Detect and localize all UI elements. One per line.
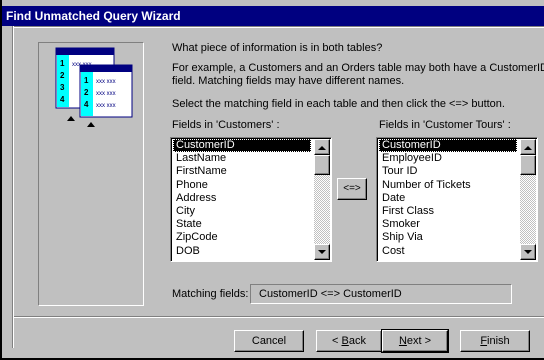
front-card-number: 4 [84,100,89,109]
list-item[interactable]: DOB [173,245,311,258]
vertical-scrollbar[interactable] [520,139,536,260]
arrow-up-icon [524,145,532,150]
list-item[interactable]: Address [173,192,311,205]
list-item[interactable]: Cost [379,245,517,258]
list-item[interactable]: ZipCode [173,231,311,244]
back-card-number: 4 [60,95,65,104]
list-item[interactable]: Tour ID [379,165,517,178]
back-card-number: 2 [60,71,65,80]
front-card-number: 2 [84,88,89,97]
scroll-up-button[interactable] [314,139,330,155]
scroll-up-button[interactable] [520,139,536,155]
next-button[interactable]: Next > [381,329,449,353]
arrow-down-icon [318,249,326,254]
finish-button[interactable]: Finish [460,330,530,352]
list-item[interactable]: State [173,218,311,231]
example-text-line2: field. Matching fields may have differen… [172,75,405,87]
list-item[interactable]: Phone [173,179,311,192]
back-card-number: 1 [60,59,65,68]
customers-fields-list[interactable]: CustomerID LastName FirstName Phone Addr… [170,137,332,262]
right-list-label: Fields in 'Customer Tours' : [379,119,511,131]
list-item[interactable]: LastName [173,152,311,165]
back-button-text: ack [348,335,366,347]
select-instruction-text: Select the matching field in each table … [172,98,505,110]
front-card-row: xxx xxx [96,79,116,85]
customer-tours-fields-list[interactable]: CustomerID EmployeeID Tour ID Number of … [376,137,538,262]
finish-button-text: inish [487,335,510,347]
list-item[interactable]: FirstName [173,165,311,178]
back-card-number: 3 [60,83,65,92]
scroll-down-button[interactable] [314,244,330,260]
wizard-window: Find Unmatched Query Wizard 1 2 3 4 xxx … [0,0,544,360]
list-item[interactable]: First Class [379,205,517,218]
list-item[interactable]: Number of Tickets [379,179,517,192]
next-button-text: ext > [406,335,432,347]
back-button-prefix: < [332,335,342,347]
tables-icon: 1 2 3 4 xxx xxx 1 2 4 xxx xxx xxx xxx xx… [55,47,133,127]
list-item[interactable]: Date [379,192,517,205]
wizard-graphic-panel: 1 2 3 4 xxx xxx 1 2 4 xxx xxx xxx xxx xx… [38,42,144,306]
cancel-button[interactable]: Cancel [234,330,304,352]
list-item[interactable]: CustomerID [379,139,517,153]
left-divider [12,26,14,348]
matching-fields-label: Matching fields: [172,288,249,300]
arrow-down-icon [524,249,532,254]
next-button-hotkey: N [398,335,407,347]
list-item[interactable]: CustomerID [173,139,311,153]
scroll-down-button[interactable] [520,244,536,260]
arrow-up-icon [318,145,326,150]
front-card-row: xxx xxx [96,103,116,109]
example-text-line1: For example, a Customers and an Orders t… [172,62,544,74]
match-fields-button[interactable]: <=> [337,178,367,200]
back-button-hotkey: B [341,335,349,347]
title-divider [14,26,544,28]
matching-fields-value: CustomerID <=> CustomerID [250,284,512,304]
list-item[interactable]: Ship Via [379,231,517,244]
list-item[interactable]: EmployeeID [379,152,517,165]
vertical-scrollbar[interactable] [314,139,330,260]
left-list-label: Fields in 'Customers' : [172,119,280,131]
back-button[interactable]: < Back [316,330,382,352]
title-bar: Find Unmatched Query Wizard [2,6,544,26]
footer-divider [14,316,544,318]
list-item[interactable]: City [173,205,311,218]
list-item[interactable]: Smoker [379,218,517,231]
front-card-number: 1 [84,76,89,85]
scroll-thumb[interactable] [314,155,330,175]
question-text: What piece of information is in both tab… [172,42,383,54]
front-card-row: xxx xxx [96,91,116,97]
scroll-thumb[interactable] [520,155,536,175]
